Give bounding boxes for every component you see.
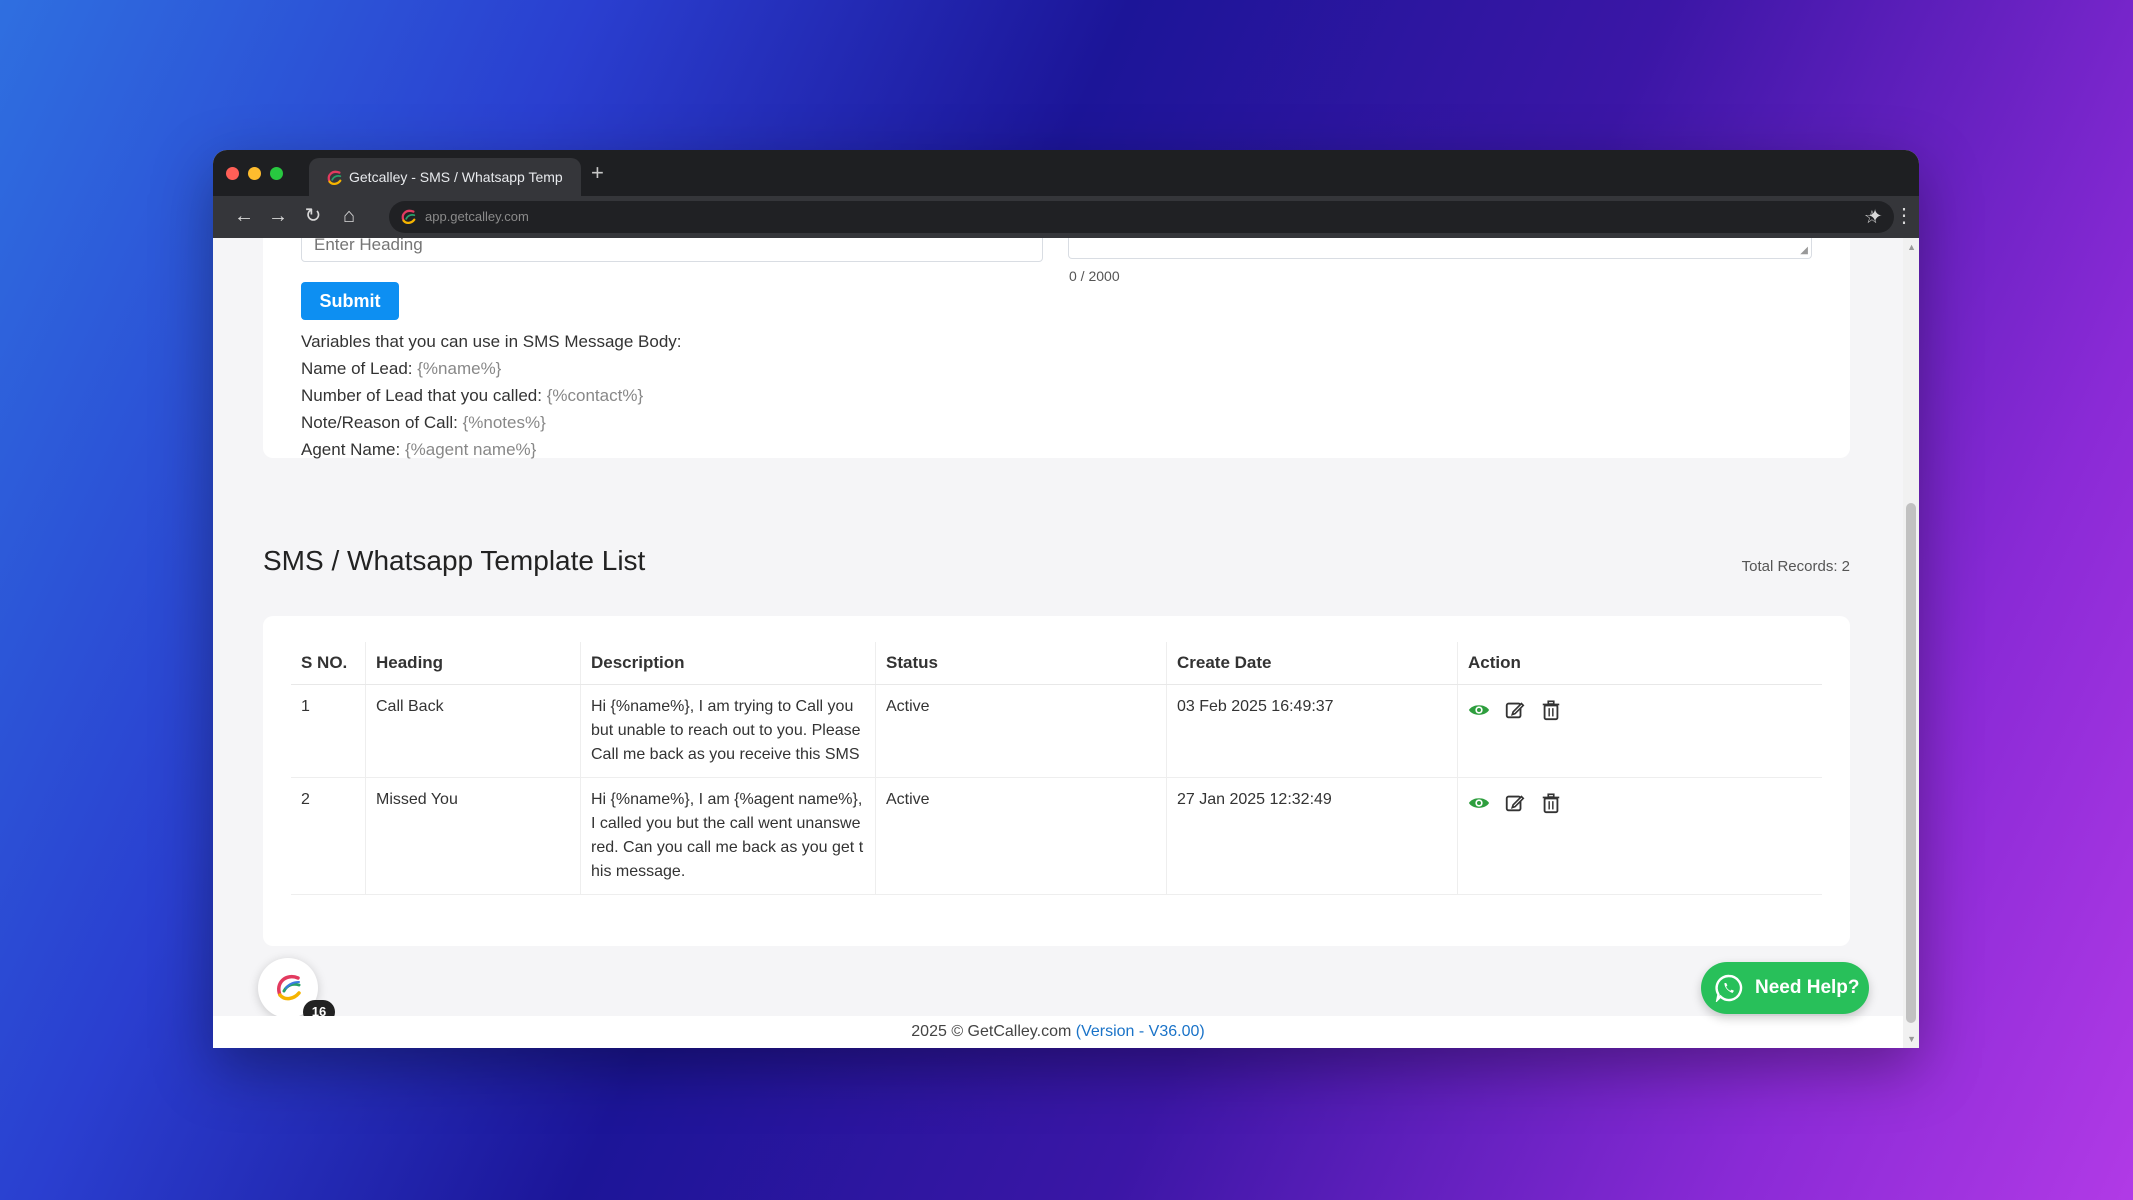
column-header: Description xyxy=(580,642,876,685)
home-icon[interactable]: ⌂ xyxy=(337,204,361,228)
browser-toolbar: ← → ↻ ⌂ app.getcalley.com ☆ ✦ ⋮ xyxy=(213,196,1919,239)
address-bar[interactable]: app.getcalley.com ☆ xyxy=(389,201,1894,233)
row-description: Hi {%name%}, I am trying to Call you but… xyxy=(580,684,876,778)
need-help-label: Need Help? xyxy=(1755,977,1860,998)
eye-icon[interactable] xyxy=(1468,792,1490,814)
row-sno: 2 xyxy=(291,777,366,895)
tab-title: Getcalley - SMS / Whatsapp Temp xyxy=(349,169,563,185)
variable-item: Agent Name: {%agent name%} xyxy=(301,440,537,459)
browser-tab[interactable]: Getcalley - SMS / Whatsapp Temp xyxy=(309,158,581,196)
variable-item: Number of Lead that you called: {%contac… xyxy=(301,386,644,405)
edit-icon[interactable] xyxy=(1504,792,1526,814)
page-viewport: ◢ 0 / 2000 Submit Variables that you can… xyxy=(213,238,1919,1048)
getcalley-logo-icon xyxy=(327,170,342,185)
char-counter: 0 / 2000 xyxy=(1069,268,1120,284)
message-textarea[interactable]: ◢ xyxy=(1068,238,1812,259)
whatsapp-icon xyxy=(1715,974,1743,1002)
extensions-puzzle-icon[interactable]: ✦ xyxy=(1863,204,1887,228)
minimize-window-button[interactable] xyxy=(248,167,261,180)
back-arrow-icon[interactable]: ← xyxy=(232,204,256,228)
new-tab-button[interactable]: + xyxy=(591,160,604,186)
version-link[interactable]: (Version - V36.00) xyxy=(1076,1023,1205,1040)
row-actions xyxy=(1457,684,1822,778)
table-row: 2 Missed You Hi {%name%}, I am {%agent n… xyxy=(291,777,1822,895)
page-title: SMS / Whatsapp Template List xyxy=(263,545,646,576)
row-description: Hi {%name%}, I am {%agent name%}, I call… xyxy=(580,777,876,895)
trash-icon[interactable] xyxy=(1540,699,1562,721)
row-heading: Call Back xyxy=(365,684,581,778)
resize-grip-icon[interactable]: ◢ xyxy=(1800,245,1808,256)
variables-title: Variables that you can use in SMS Messag… xyxy=(301,332,682,351)
trash-icon[interactable] xyxy=(1540,792,1562,814)
column-header: Action xyxy=(1457,642,1822,685)
row-status: Active xyxy=(875,684,1167,778)
variable-item: Name of Lead: {%name%} xyxy=(301,359,502,378)
column-header: Create Date xyxy=(1166,642,1458,685)
need-help-button[interactable]: Need Help? xyxy=(1701,962,1869,1014)
copyright-text: 2025 © GetCalley.com xyxy=(911,1023,1072,1040)
url-text: app.getcalley.com xyxy=(425,209,529,224)
template-table: S NO. Heading Description Status Create … xyxy=(291,642,1822,895)
variables-help: Variables that you can use in SMS Messag… xyxy=(301,328,682,463)
column-header: Status xyxy=(875,642,1167,685)
eye-icon[interactable] xyxy=(1468,699,1490,721)
forward-arrow-icon[interactable]: → xyxy=(266,204,290,228)
scrollbar[interactable]: ▲ ▼ xyxy=(1903,238,1919,1048)
template-list-card: S NO. Heading Description Status Create … xyxy=(263,616,1850,946)
getcalley-logo-icon xyxy=(401,209,416,224)
browser-menu-icon[interactable]: ⋮ xyxy=(1894,204,1914,228)
scrollbar-thumb[interactable] xyxy=(1906,503,1916,1023)
close-window-button[interactable] xyxy=(226,167,239,180)
column-header: S NO. xyxy=(291,642,366,685)
getcalley-logo-icon xyxy=(277,975,301,1001)
reload-icon[interactable]: ↻ xyxy=(301,204,325,228)
maximize-window-button[interactable] xyxy=(270,167,283,180)
variable-item: Note/Reason of Call: {%notes%} xyxy=(301,413,546,432)
template-form-card: ◢ 0 / 2000 Submit Variables that you can… xyxy=(263,238,1850,459)
browser-window: Getcalley - SMS / Whatsapp Temp + ← → ↻ … xyxy=(213,150,1919,1048)
column-header: Heading xyxy=(365,642,581,685)
scroll-down-arrow-icon[interactable]: ▼ xyxy=(1907,1034,1916,1044)
table-header-row: S NO. Heading Description Status Create … xyxy=(291,642,1822,685)
table-row: 1 Call Back Hi {%name%}, I am trying to … xyxy=(291,684,1822,778)
tab-bar: Getcalley - SMS / Whatsapp Temp + xyxy=(213,150,1919,196)
heading-input[interactable] xyxy=(301,238,1043,262)
edit-icon[interactable] xyxy=(1504,699,1526,721)
footer: 2025 © GetCalley.com (Version - V36.00) xyxy=(213,1016,1903,1048)
scroll-up-arrow-icon[interactable]: ▲ xyxy=(1907,242,1916,252)
row-sno: 1 xyxy=(291,684,366,778)
total-records: Total Records: 2 xyxy=(1741,558,1850,575)
row-create-date: 03 Feb 2025 16:49:37 xyxy=(1166,684,1458,778)
row-status: Active xyxy=(875,777,1167,895)
row-create-date: 27 Jan 2025 12:32:49 xyxy=(1166,777,1458,895)
submit-button[interactable]: Submit xyxy=(301,282,399,320)
row-actions xyxy=(1457,777,1822,895)
row-heading: Missed You xyxy=(365,777,581,895)
